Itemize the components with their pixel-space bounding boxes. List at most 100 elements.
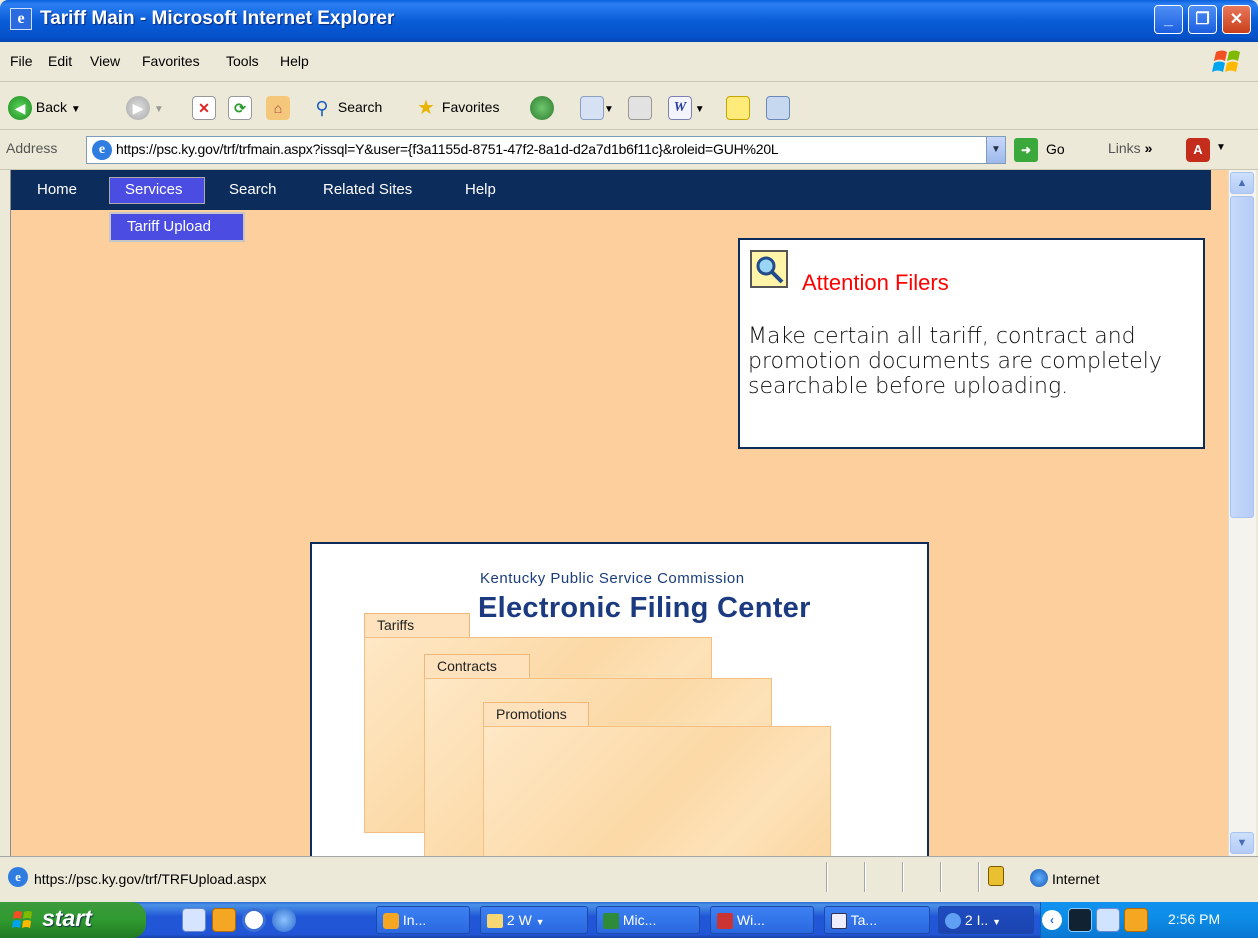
status-divider: [940, 862, 942, 892]
menu-help[interactable]: Help: [280, 53, 309, 69]
page-ie-icon: e: [92, 140, 112, 160]
address-url[interactable]: https://psc.ky.gov/trf/trfmain.aspx?issq…: [116, 141, 779, 157]
page-viewport: Home Services Search Related Sites Help …: [10, 170, 1228, 856]
tray-expand-icon[interactable]: ‹: [1042, 910, 1062, 930]
print-button[interactable]: [628, 93, 652, 121]
task-item-2[interactable]: 2 W ▼: [480, 906, 588, 934]
go-button[interactable]: Go: [1046, 141, 1065, 157]
search-icon: ⚲: [315, 98, 329, 119]
status-divider: [978, 862, 980, 892]
address-dropdown-button[interactable]: ▼: [986, 137, 1005, 163]
status-url: https://psc.ky.gov/trf/TRFUpload.aspx: [34, 871, 267, 887]
menu-view[interactable]: View: [90, 53, 120, 69]
status-divider: [902, 862, 904, 892]
menu-favorites[interactable]: Favorites: [142, 53, 200, 69]
globe-icon: [1030, 869, 1048, 887]
tray-app-icon[interactable]: [1068, 908, 1092, 932]
menu-bar: File Edit View Favorites Tools Help: [0, 42, 1258, 82]
attention-box: Attention Filers Make certain all tariff…: [738, 238, 1205, 449]
filing-center-title: Electronic Filing Center: [478, 592, 811, 624]
site-nav-bar: Home Services Search Related Sites Help: [11, 170, 1211, 210]
refresh-icon: ⟳: [228, 96, 252, 121]
security-zone: Internet: [1052, 871, 1100, 887]
status-divider: [864, 862, 866, 892]
nav-services[interactable]: Services: [125, 181, 183, 198]
ie-icon: [945, 913, 961, 930]
favorites-button[interactable]: ★ Favorites: [414, 93, 499, 121]
edit-word-button[interactable]: W ▼: [668, 93, 705, 121]
filing-center-card: Kentucky Public Service Commission Elect…: [310, 542, 929, 856]
tray-clock-icon[interactable]: [1124, 908, 1148, 932]
promotions-tab[interactable]: Promotions: [483, 702, 589, 726]
attention-heading: Attention Filers: [802, 270, 949, 295]
clock: 2:56 PM: [1168, 911, 1221, 927]
quicklaunch-browser-icon[interactable]: [272, 908, 296, 932]
address-label: Address: [6, 140, 58, 156]
winzip-icon: [717, 913, 733, 930]
window-title: Tariff Main - Microsoft Internet Explore…: [40, 8, 395, 29]
close-button[interactable]: ✕: [1222, 5, 1251, 34]
research-button[interactable]: [766, 93, 790, 121]
forward-arrow-icon: ▶: [126, 96, 150, 121]
acrobat-dropdown-icon[interactable]: ▼: [1216, 142, 1226, 153]
task-item-3[interactable]: Mic...: [596, 906, 700, 934]
services-submenu: Tariff Upload: [109, 212, 245, 242]
mail-button[interactable]: ▼: [580, 93, 614, 121]
word-icon: W: [668, 96, 692, 121]
nav-related-sites[interactable]: Related Sites: [323, 181, 412, 198]
history-button[interactable]: [530, 93, 554, 121]
stop-icon: ✕: [192, 96, 216, 121]
minimize-button[interactable]: _: [1154, 5, 1183, 34]
quicklaunch-ie-icon[interactable]: [182, 908, 206, 932]
quicklaunch-media-icon[interactable]: [242, 908, 266, 932]
start-button[interactable]: start: [0, 902, 146, 938]
submenu-tariff-upload[interactable]: Tariff Upload: [127, 218, 211, 235]
scroll-thumb[interactable]: [1230, 196, 1254, 518]
org-name: Kentucky Public Service Commission: [480, 570, 745, 587]
word-doc-icon: [831, 913, 847, 930]
task-item-5[interactable]: Ta...: [824, 906, 930, 934]
menu-file[interactable]: File: [10, 53, 33, 69]
magnifier-icon: [750, 250, 788, 288]
nav-search[interactable]: Search: [229, 181, 277, 198]
home-button[interactable]: ⌂: [266, 93, 290, 121]
task-item-6[interactable]: 2 I.. ▼: [938, 906, 1034, 934]
folder-icon: [487, 914, 503, 929]
menu-edit[interactable]: Edit: [48, 53, 72, 69]
scroll-up-button[interactable]: ▲: [1230, 172, 1254, 194]
status-page-icon: e: [8, 867, 28, 887]
stop-button[interactable]: ✕: [192, 93, 216, 121]
windows-flag-icon: [12, 909, 34, 931]
promotions-folder[interactable]: [483, 726, 831, 856]
nav-home[interactable]: Home: [37, 181, 77, 198]
go-arrow-icon[interactable]: ➜: [1014, 138, 1038, 162]
contracts-tab[interactable]: Contracts: [424, 654, 530, 678]
search-button[interactable]: ⚲ Search: [310, 93, 382, 121]
refresh-button[interactable]: ⟳: [228, 93, 252, 121]
back-button[interactable]: ◀ Back ▼: [8, 93, 81, 121]
discuss-button[interactable]: [726, 93, 750, 121]
back-arrow-icon: ◀: [8, 96, 32, 121]
tray-network-icon[interactable]: [1096, 908, 1120, 932]
acrobat-icon[interactable]: A: [1186, 138, 1210, 162]
scroll-down-button[interactable]: ▼: [1230, 832, 1254, 854]
menu-tools[interactable]: Tools: [226, 53, 259, 69]
status-divider: [826, 862, 828, 892]
note-icon: [726, 96, 750, 121]
forward-button[interactable]: ▶ ▼: [126, 93, 164, 121]
maximize-button[interactable]: ❐: [1188, 5, 1217, 34]
mail-icon: [580, 96, 604, 121]
title-bar[interactable]: e Tariff Main - Microsoft Internet Explo…: [0, 0, 1258, 42]
nav-help[interactable]: Help: [465, 181, 496, 198]
links-button[interactable]: Links »: [1108, 140, 1152, 156]
quicklaunch-clock-icon[interactable]: [212, 908, 236, 932]
lock-icon: [988, 866, 1004, 886]
start-label: start: [42, 905, 92, 931]
clock-app-icon: [383, 913, 399, 930]
excel-icon: [603, 913, 619, 930]
ie-app-icon: e: [10, 8, 32, 30]
task-item-4[interactable]: Wi...: [710, 906, 814, 934]
favorites-star-icon: ★: [417, 97, 435, 120]
tariffs-tab[interactable]: Tariffs: [364, 613, 470, 637]
task-item-1[interactable]: In...: [376, 906, 470, 934]
